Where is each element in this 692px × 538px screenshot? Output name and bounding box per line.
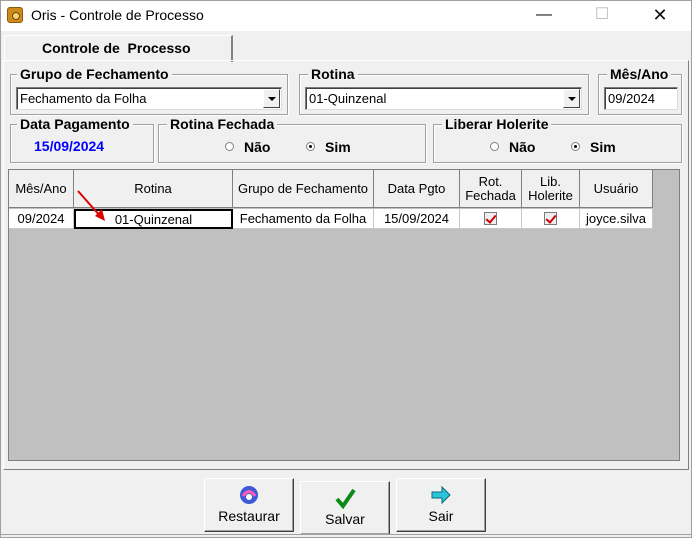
main-window: Oris - Controle de Processo — ☐ ✕ Contro… (0, 0, 692, 538)
liberar-holerite-nao-label: Não (509, 139, 536, 155)
button-bar: Restaurar Salvar Sair (1, 473, 691, 537)
liberar-holerite-sim-radio[interactable]: Sim (571, 139, 616, 155)
radio-on-icon (306, 142, 315, 151)
title-bar: Oris - Controle de Processo — ☐ ✕ (1, 1, 691, 31)
checkmark-icon (301, 487, 389, 511)
mes-ano-label: Mês/Ano (607, 66, 672, 82)
restaurar-label: Restaurar (218, 508, 280, 524)
col-header-data-pgto[interactable]: Data Pgto (374, 170, 460, 208)
exit-arrow-icon (397, 484, 485, 508)
mes-ano-value: 09/2024 (608, 91, 655, 106)
restaurar-button[interactable]: Restaurar (204, 478, 294, 532)
chevron-down-icon[interactable] (263, 89, 280, 108)
rotina-fechada-sim-label: Sim (325, 139, 351, 155)
cell-grupo[interactable]: Fechamento da Folha (233, 209, 374, 229)
checkbox-checked-icon[interactable] (544, 212, 557, 225)
rotina-fechada-nao-label: Não (244, 139, 271, 155)
liberar-holerite-sim-label: Sim (590, 139, 616, 155)
rotina-fechada-label: Rotina Fechada (167, 116, 278, 132)
data-pagamento-value: 15/09/2024 (34, 138, 105, 154)
minimize-button[interactable]: — (521, 1, 567, 31)
group-grupo-fechamento: Grupo de Fechamento Fechamento da Folha (10, 66, 288, 115)
grupo-fechamento-select[interactable]: Fechamento da Folha (16, 87, 282, 110)
restore-icon (205, 484, 293, 508)
maximize-button[interactable]: ☐ (579, 1, 625, 31)
rotina-fechada-sim-radio[interactable]: Sim (306, 139, 351, 155)
app-icon (7, 7, 23, 23)
sair-button[interactable]: Sair (396, 478, 486, 532)
cell-data-pgto[interactable]: 15/09/2024 (374, 209, 460, 229)
radio-off-icon (225, 142, 234, 151)
sair-label: Sair (428, 508, 454, 524)
radio-off-icon (490, 142, 499, 151)
mes-ano-input[interactable]: 09/2024 (604, 87, 678, 110)
group-rotina: Rotina 01-Quinzenal (299, 66, 589, 115)
checkbox-checked-icon[interactable] (484, 212, 497, 225)
col-header-lib-holerite[interactable]: Lib. Holerite (522, 170, 580, 208)
liberar-holerite-label: Liberar Holerite (442, 116, 552, 132)
rotina-fechada-nao-radio[interactable]: Não (225, 139, 270, 155)
tab-controle-processo[interactable]: Controle de Processo (4, 35, 233, 62)
group-liberar-holerite: Liberar Holerite Não Sim (433, 116, 682, 163)
window-title: Oris - Controle de Processo (31, 7, 204, 23)
group-rotina-fechada: Rotina Fechada Não Sim (158, 116, 426, 163)
tab-strip: Controle de Processo (1, 31, 691, 62)
salvar-label: Salvar (325, 511, 365, 527)
process-grid[interactable]: Mês/Ano Rotina Grupo de Fechamento Data … (8, 169, 680, 461)
salvar-button[interactable]: Salvar (300, 481, 390, 535)
group-mes-ano: Mês/Ano 09/2024 (598, 66, 682, 115)
red-arrow-icon (77, 190, 105, 221)
radio-on-icon (571, 142, 580, 151)
col-header-rot-fechada[interactable]: Rot. Fechada (460, 170, 522, 208)
rotina-select[interactable]: 01-Quinzenal (305, 87, 582, 110)
cell-mes-ano[interactable]: 09/2024 (9, 209, 74, 229)
col-header-usuario[interactable]: Usuário (580, 170, 653, 208)
col-header-mes-ano[interactable]: Mês/Ano (9, 170, 74, 208)
close-button[interactable]: ✕ (637, 1, 683, 31)
liberar-holerite-nao-radio[interactable]: Não (490, 139, 535, 155)
data-pagamento-label: Data Pagamento (17, 116, 133, 132)
grupo-fechamento-value: Fechamento da Folha (20, 91, 147, 106)
rotina-value: 01-Quinzenal (309, 91, 387, 106)
cell-usuario[interactable]: joyce.silva (580, 209, 653, 229)
divider (1, 534, 691, 535)
rotina-label: Rotina (308, 66, 358, 82)
cell-lib-holerite[interactable] (522, 209, 580, 229)
group-data-pagamento: Data Pagamento 15/09/2024 (10, 116, 154, 163)
grupo-fechamento-label: Grupo de Fechamento (17, 66, 172, 82)
chevron-down-icon[interactable] (563, 89, 580, 108)
col-header-grupo[interactable]: Grupo de Fechamento (233, 170, 374, 208)
cell-rot-fechada[interactable] (460, 209, 522, 229)
